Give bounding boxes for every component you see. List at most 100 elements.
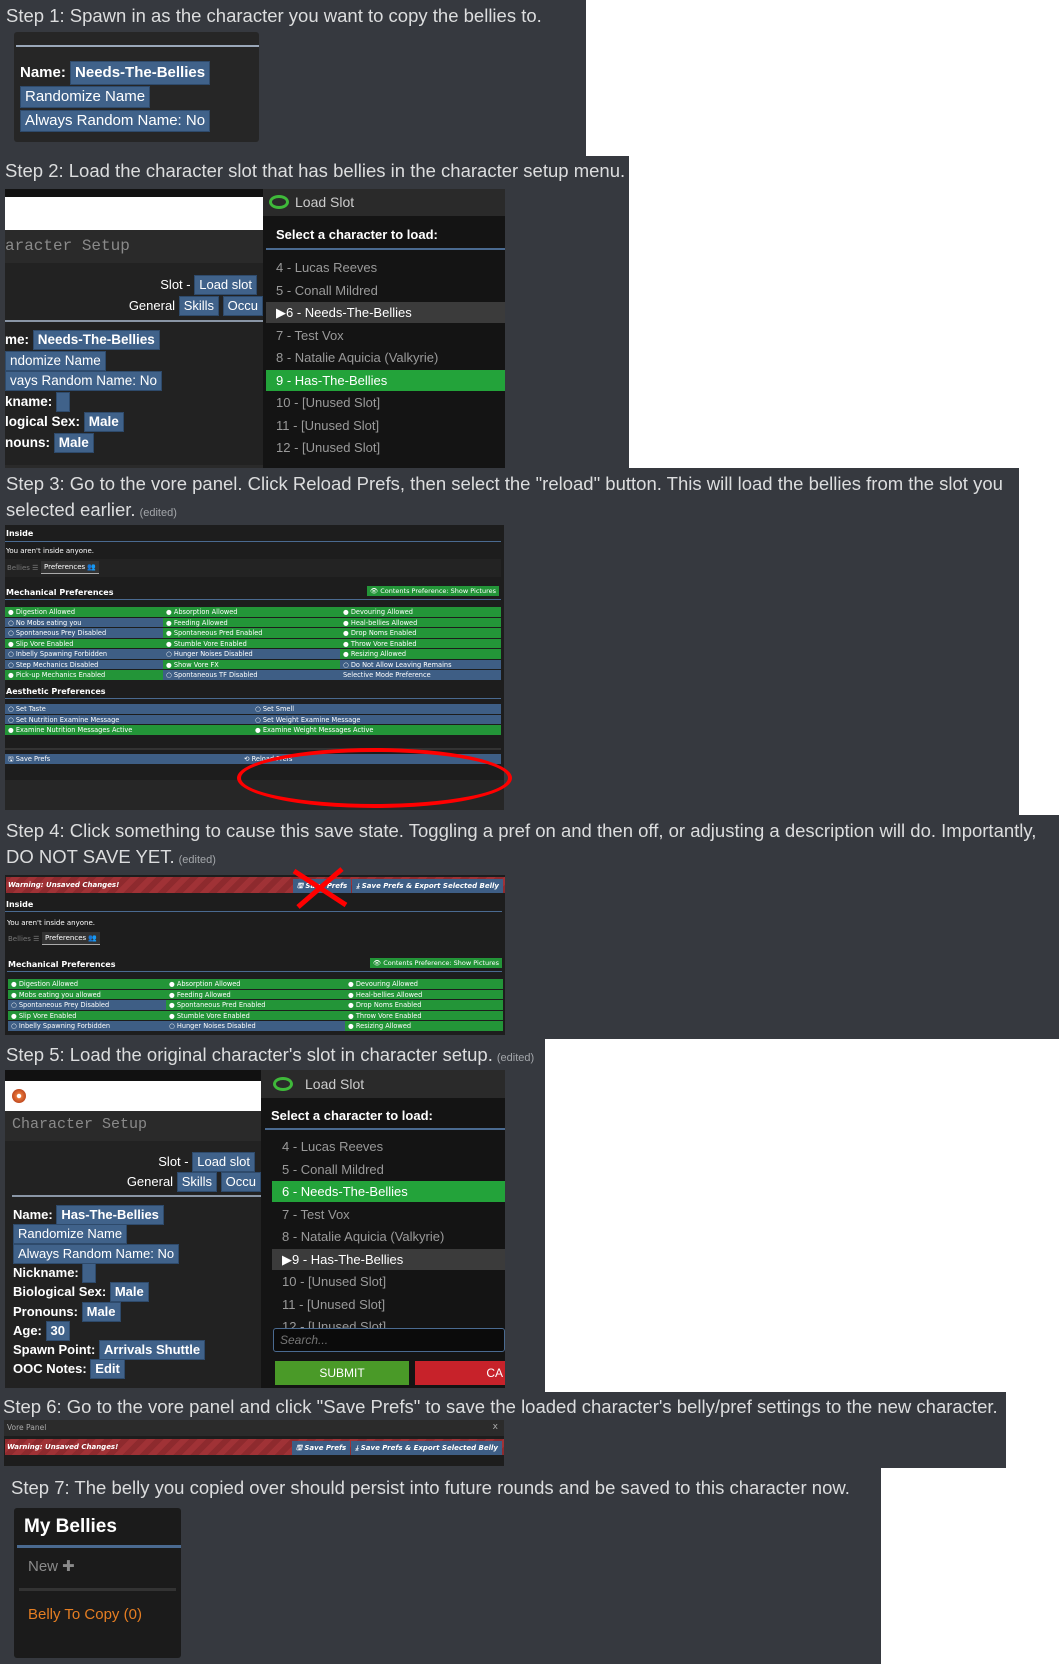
contents-preference-button[interactable]: 👁 Contents Preference: Show Pictures [366,586,499,596]
field-value[interactable]: Needs-The-Bellies [32,330,160,350]
slot-item[interactable]: 12 - [Unused Slot] [266,437,505,458]
pref-toggle[interactable]: ● Drop Noms Enabled [340,628,501,639]
tab-general[interactable]: General [127,1174,173,1189]
tab-bellies[interactable]: Bellies ☰ [7,564,38,572]
pref-toggle[interactable]: ○ Set Smell [252,704,501,715]
pref-toggle[interactable]: ● Slip Vore Enabled [5,638,163,649]
pref-toggle[interactable]: ○ Set Taste [5,704,252,715]
pref-toggle[interactable]: ● Examine Nutrition Messages Active [5,725,252,736]
field-value[interactable]: Male [81,1301,121,1322]
slot-item[interactable]: 6 - Needs-The-Bellies [272,1181,505,1202]
pref-toggle[interactable]: ○ Hunger Noises Disabled [166,1021,345,1032]
pref-toggle[interactable]: ○ Inbelly Spawning Forbidden [8,1021,166,1032]
pref-toggle[interactable]: ● Devouring Allowed [345,979,503,990]
pref-toggle[interactable]: ● Mobs eating you allowed [8,989,166,1000]
tab-preferences[interactable]: Preferences 👥 [42,932,101,945]
pref-toggle[interactable]: ● Spontaneous Pred Enabled [163,628,340,639]
pref-toggle[interactable]: ○ Spontaneous TF Disabled [163,670,340,681]
pref-toggle[interactable]: ○ Hunger Noises Disabled [163,649,340,660]
field-value[interactable]: Always Random Name: No [13,1243,180,1264]
slot-item[interactable]: 5 - Conall Mildred [266,280,505,301]
field-value[interactable]: Has-The-Bellies [56,1205,164,1225]
randomize-name-button[interactable]: Randomize Name [20,86,151,108]
save-prefs-button[interactable]: 🖫 Save Prefs [5,754,241,765]
pref-toggle[interactable]: ● Drop Noms Enabled [345,1000,503,1011]
slot-item[interactable]: 8 - Natalie Aquicia (Valkyrie) [266,347,505,368]
pref-toggle[interactable]: ● Show Vore FX [163,659,340,670]
pref-toggle[interactable]: ● Absorption Allowed [163,607,340,618]
pref-toggle[interactable]: ○ No Mobs eating you [5,617,163,628]
name-field[interactable]: Needs-The-Bellies [70,61,211,85]
load-slot-button[interactable]: Load slot [194,275,257,295]
pref-toggle[interactable]: ● Spontaneous Pred Enabled [166,1000,345,1011]
pref-toggle[interactable]: ● Heal-bellies Allowed [340,617,501,628]
slot-item[interactable]: 10 - [Unused Slot] [266,392,505,413]
pref-toggle[interactable]: ● Heal-bellies Allowed [345,989,503,1000]
pref-toggle[interactable]: ● Pick-up Mechanics Enabled [5,670,163,681]
pref-toggle[interactable]: ○ Step Mechanics Disabled [5,659,163,670]
field-value[interactable]: Arrivals Shuttle [98,1340,206,1361]
field-value[interactable]: 30 [45,1320,70,1341]
always-random-name-button[interactable]: Always Random Name: No [20,110,211,132]
save-export-button[interactable]: ⤓ Save Prefs & Export Selected Belly [352,879,503,893]
field-value[interactable]: Male [109,1282,149,1303]
slot-item[interactable]: 9 - Has-The-Bellies [266,369,505,391]
slot-item[interactable]: ▶6 - Needs-The-Bellies [266,302,505,323]
pref-toggle[interactable]: ● Throw Vore Enabled [345,1010,503,1021]
tab-skills[interactable]: Skills [178,296,220,316]
slot-item[interactable]: 7 - Test Vox [266,325,505,346]
pref-toggle[interactable]: ● Throw Vore Enabled [340,638,501,649]
field-value[interactable]: Male [53,432,94,453]
field-value[interactable]: Randomize Name [13,1224,128,1245]
slot-item[interactable]: 11 - [Unused Slot] [272,1294,505,1315]
submit-button[interactable]: SUBMIT [275,1361,409,1385]
pref-toggle[interactable]: ○ Set Nutrition Examine Message [5,714,252,725]
pref-toggle[interactable]: ○ Inbelly Spawning Forbidden [5,649,163,660]
pref-toggle[interactable]: ○ Set Weight Examine Message [252,714,501,725]
pref-toggle[interactable]: ● Resizing Allowed [345,1021,503,1032]
pref-toggle[interactable]: ○ Spontaneous Prey Disabled [5,628,163,639]
load-slot-button[interactable]: Load slot [192,1152,255,1172]
pref-toggle[interactable]: ○ Spontaneous Prey Disabled [8,1000,166,1011]
belly-item[interactable]: Belly To Copy (0) [28,1606,142,1623]
slot-item[interactable]: 4 - Lucas Reeves [266,257,505,278]
tab-occupation[interactable]: Occu [222,296,263,316]
save-prefs-button[interactable]: 🖫 Save Prefs [291,1441,351,1455]
field-value[interactable] [82,1262,96,1283]
pref-toggle[interactable]: ● Devouring Allowed [340,607,501,618]
tab-preferences[interactable]: Preferences 👥 [41,561,100,574]
field-value[interactable] [56,391,70,412]
pref-toggle[interactable]: ● Digestion Allowed [5,607,163,618]
new-belly-button[interactable]: New ✚ [28,1557,75,1575]
pref-toggle[interactable]: ● Slip Vore Enabled [8,1010,166,1021]
close-icon[interactable]: x [493,1422,498,1432]
pref-toggle[interactable]: ● Digestion Allowed [8,979,166,990]
tab-occupation[interactable]: Occu [220,1172,261,1192]
slot-item[interactable]: ▶9 - Has-The-Bellies [272,1248,505,1270]
tab-general[interactable]: General [129,298,175,313]
save-export-button[interactable]: ⤓ Save Prefs & Export Selected Belly [351,1441,502,1455]
pref-toggle[interactable]: ● Stumble Vore Enabled [166,1010,345,1021]
slot-item[interactable]: 8 - Natalie Aquicia (Valkyrie) [272,1226,505,1247]
tab-skills[interactable]: Skills [176,1172,218,1192]
pref-toggle[interactable]: ● Absorption Allowed [166,979,345,990]
pref-toggle[interactable]: ● Resizing Allowed [340,649,501,660]
pref-toggle[interactable]: ○ Do Not Allow Leaving Remains [340,659,501,670]
pref-toggle[interactable]: ● Feeding Allowed [166,989,345,1000]
slot-item[interactable]: 4 - Lucas Reeves [272,1136,505,1157]
slot-item[interactable]: 5 - Conall Mildred [272,1159,505,1180]
search-input[interactable] [273,1328,505,1352]
pref-toggle[interactable]: ● Feeding Allowed [163,617,340,628]
slot-item[interactable]: 10 - [Unused Slot] [272,1271,505,1292]
cancel-button[interactable]: CA [415,1361,505,1385]
pref-toggle[interactable]: ● Stumble Vore Enabled [163,638,340,649]
contents-preference-button[interactable]: 👁 Contents Preference: Show Pictures [369,958,502,968]
field-value[interactable]: Edit [90,1359,125,1380]
slot-item[interactable]: 11 - [Unused Slot] [266,415,505,436]
pref-toggle[interactable]: Selective Mode Preference [340,670,501,681]
field-value[interactable]: vays Random Name: No [5,371,163,391]
field-value[interactable]: Male [83,412,124,432]
field-value[interactable]: ndomize Name [5,350,106,371]
tab-bellies[interactable]: Bellies ☰ [8,935,39,943]
pref-toggle[interactable]: ● Examine Weight Messages Active [252,725,501,736]
